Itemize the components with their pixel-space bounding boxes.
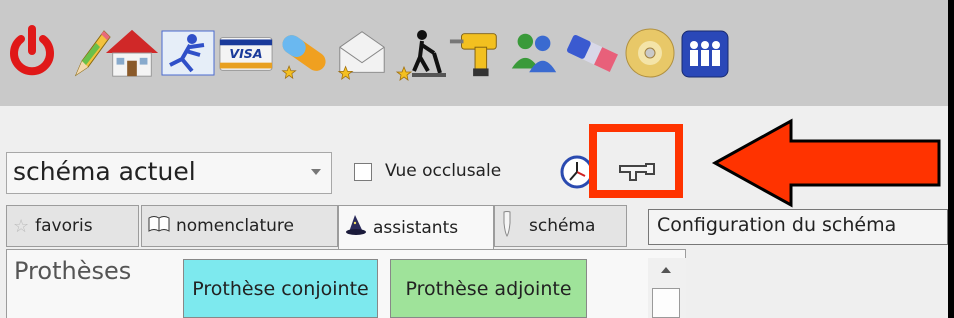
home-icon[interactable] (104, 18, 160, 88)
tab-schema[interactable]: schéma (494, 205, 627, 247)
book-icon (148, 215, 170, 238)
tab-favoris[interactable]: ☆ favoris (6, 205, 139, 247)
highlight-box (589, 124, 683, 198)
tooltip: Configuration du schéma (648, 209, 948, 245)
prothese-conjointe-button[interactable]: Prothèse conjointe (183, 259, 378, 318)
tab-schema-label: schéma (529, 216, 596, 236)
occlusal-view-checkbox[interactable] (354, 163, 372, 181)
envelope-icon[interactable] (334, 18, 390, 88)
visa-card-icon[interactable]: VISA (218, 18, 274, 88)
app-window: VISA schéma actuel Vue occlusale ☆ favor… (0, 0, 948, 318)
schema-select-value: schéma actuel (13, 157, 196, 186)
tooth-icon (501, 210, 513, 242)
wizard-icon (345, 214, 367, 241)
annotation-arrow-icon (711, 118, 941, 208)
occlusal-view-label: Vue occlusale (385, 161, 502, 181)
pill-icon[interactable] (276, 18, 332, 88)
section-title: Prothèses (14, 257, 132, 285)
vertical-scrollbar[interactable] (648, 258, 686, 318)
power-icon[interactable] (4, 18, 60, 88)
tab-nomenclature[interactable]: nomenclature (141, 205, 338, 247)
tab-assistants[interactable]: assistants (338, 205, 494, 249)
visa-logo-text: VISA (229, 46, 262, 61)
chevron-down-icon[interactable] (311, 169, 321, 175)
cd-icon[interactable] (622, 18, 678, 88)
prothese-adjointe-button[interactable]: Prothèse adjointe (390, 259, 587, 318)
main-toolbar: VISA (0, 0, 948, 107)
drill-icon[interactable] (448, 18, 504, 88)
tab-nomenclature-label: nomenclature (176, 216, 294, 236)
eraser-icon[interactable] (564, 18, 620, 88)
users-icon[interactable] (506, 18, 562, 88)
tab-favoris-label: favoris (35, 216, 93, 236)
tab-assistants-label: assistants (373, 217, 459, 238)
worker-shovel-icon[interactable] (392, 18, 448, 88)
group-icon[interactable] (678, 18, 734, 88)
schema-select[interactable]: schéma actuel (6, 152, 332, 194)
scroll-up-icon[interactable] (661, 267, 671, 273)
runner-icon[interactable] (160, 18, 216, 88)
star-icon: ☆ (13, 215, 30, 237)
scroll-thumb[interactable] (652, 288, 680, 318)
